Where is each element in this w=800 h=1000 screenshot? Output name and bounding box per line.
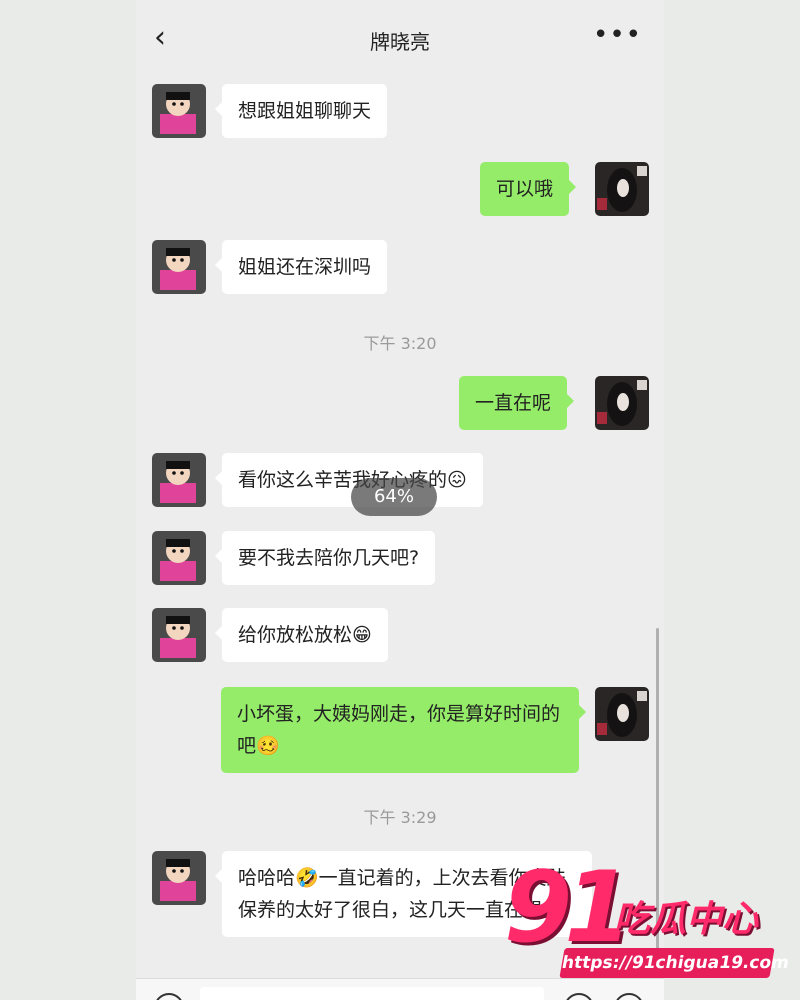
received-message: 要不我去陪你几天吧?	[214, 531, 436, 585]
contact-avatar[interactable]	[152, 84, 206, 138]
contact-avatar[interactable]	[152, 531, 206, 585]
user-avatar[interactable]	[595, 376, 649, 430]
contact-avatar[interactable]	[152, 453, 206, 507]
emoji-icon[interactable]	[564, 993, 594, 1000]
chat-title: 牌晓亮	[370, 30, 430, 54]
more-dots-icon[interactable]: •••	[593, 20, 642, 50]
timestamp: 下午 3:20	[363, 334, 437, 353]
chat-window: ‹ 牌晓亮 ••• 想跟姐姐聊聊天 可以哦 姐姐还在深圳吗 下午 3:20 一直…	[136, 0, 664, 1000]
watermark-url: https://91chigua19.com	[559, 948, 791, 978]
progress-indicator: 64%	[351, 478, 437, 516]
user-avatar[interactable]	[595, 162, 649, 216]
message-text: 给你放松放松😁	[238, 624, 372, 646]
chat-header: ‹ 牌晓亮 •••	[136, 0, 664, 70]
user-avatar[interactable]	[595, 687, 649, 741]
voice-icon[interactable]	[154, 993, 184, 1000]
sent-message: 一直在呢	[459, 376, 575, 430]
contact-avatar[interactable]	[152, 851, 206, 905]
message-text: 小坏蛋，大姨妈刚走，你是算好时间的吧🥴	[237, 703, 561, 757]
message-text: 可以哦	[496, 178, 554, 200]
input-bar	[136, 978, 664, 1000]
message-text: 一直在呢	[475, 392, 552, 414]
sent-message: 小坏蛋，大姨妈刚走，你是算好时间的吧🥴	[221, 687, 586, 773]
message-input[interactable]	[200, 987, 544, 1000]
sent-message: 可以哦	[480, 162, 577, 216]
message-text: 想跟姐姐聊聊天	[238, 100, 372, 122]
received-message: 想跟姐姐聊聊天	[214, 84, 388, 138]
contact-avatar[interactable]	[152, 608, 206, 662]
contact-avatar[interactable]	[152, 240, 206, 294]
watermark-logo-text: 吃瓜中心	[614, 899, 759, 940]
message-text: 姐姐还在深圳吗	[238, 256, 372, 278]
received-message: 给你放松放松😁	[215, 608, 388, 662]
message-text: 要不我去陪你几天吧?	[238, 547, 420, 569]
plus-icon[interactable]	[614, 993, 644, 1000]
watermark-logo-number: 91	[504, 851, 632, 965]
timestamp: 下午 3:29	[363, 808, 437, 827]
received-message: 姐姐还在深圳吗	[214, 240, 388, 294]
